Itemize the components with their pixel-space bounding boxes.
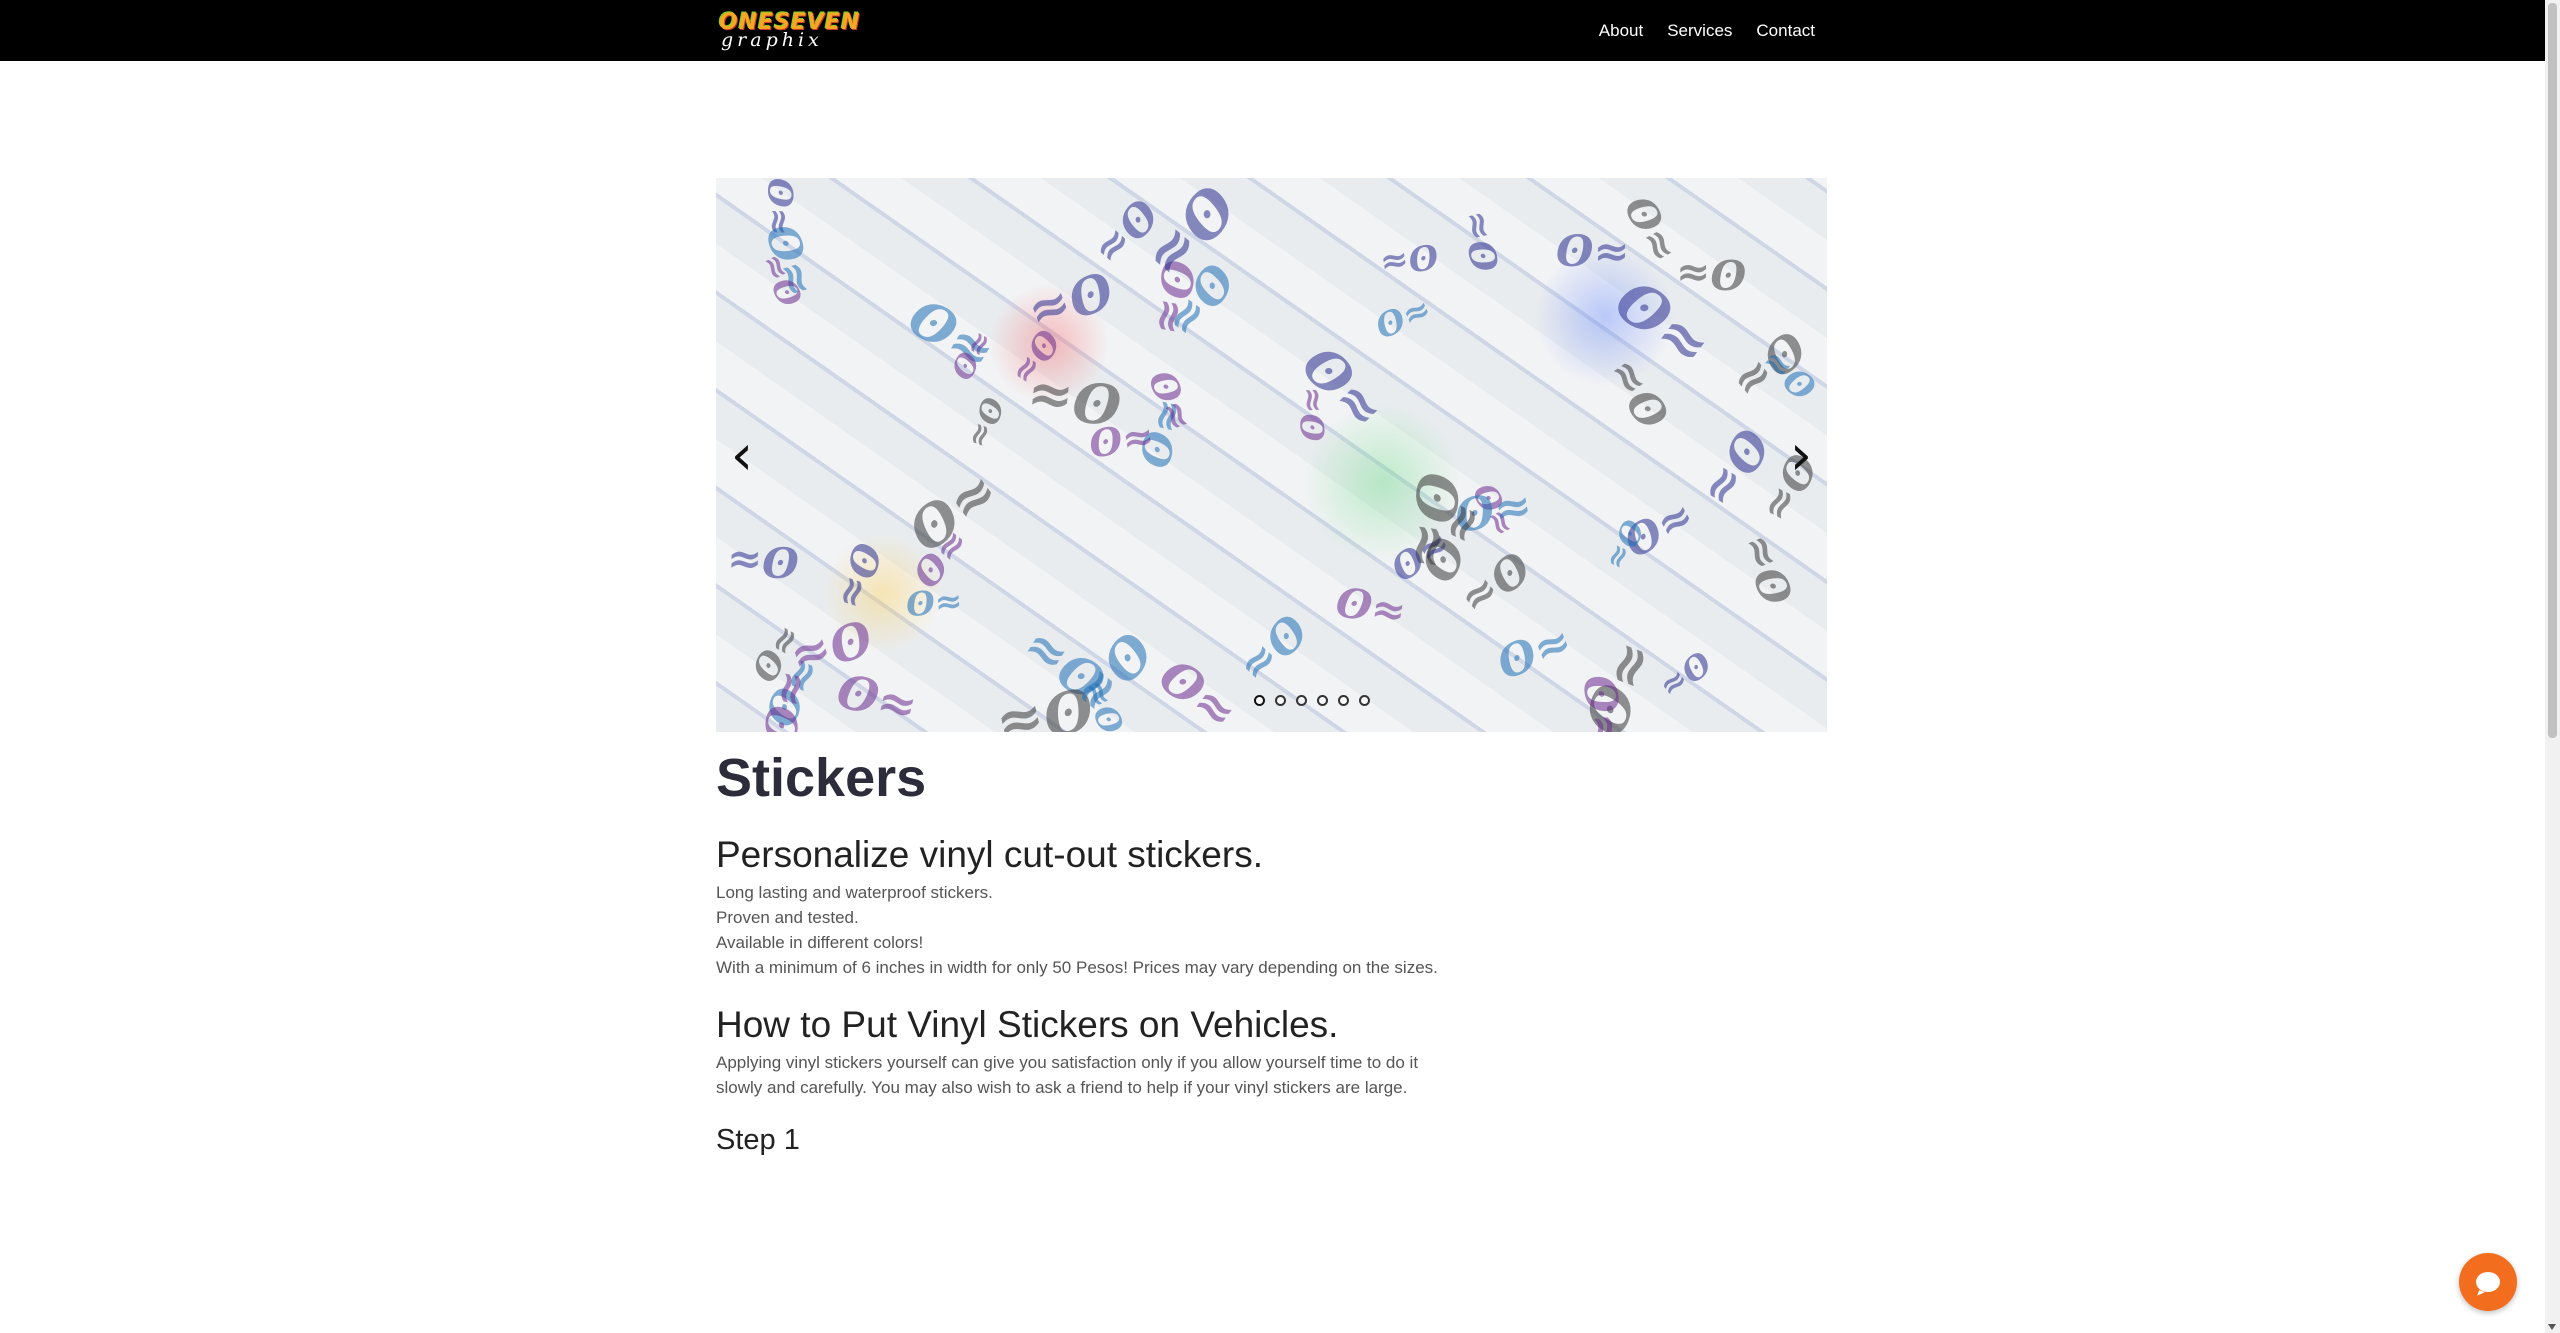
sticker-graphic: ʘ≈	[1450, 540, 1540, 626]
sticker-graphic: ʘ≈	[1139, 364, 1203, 438]
section-heading-personalize: Personalize vinyl cut-out stickers.	[716, 834, 1263, 875]
sticker-graphic: ʘ≈	[726, 536, 800, 587]
sticker-graphic: ʘ≈	[1369, 288, 1437, 347]
sticker-graphic: ʘ≈	[1602, 265, 1725, 382]
sticker-graphic: ʘ≈	[1753, 340, 1825, 408]
chat-icon[interactable]	[2459, 1253, 2517, 1311]
sticker-graphic: ʘ≈	[744, 617, 810, 690]
slider-dot[interactable]	[1295, 695, 1307, 706]
chevron-right-icon[interactable]: ›	[1781, 426, 1821, 486]
sticker-graphic: ʘ≈	[1392, 468, 1473, 575]
sticker-graphic: ʘ≈	[1291, 385, 1333, 443]
sticker-graphic: ʘ≈	[944, 324, 1001, 387]
sticker-graphic: ʘ≈	[1332, 577, 1410, 637]
sticker-graphic: ʘ≈	[1020, 258, 1122, 345]
sticker-graphic: ʘ≈	[1571, 631, 1668, 732]
paragraph-long-lasting: Long lasting and waterproof stickers.	[716, 883, 993, 902]
page-scrollbar[interactable]	[2545, 0, 2560, 1333]
image-slider: ʘ≈ ʘ≈ ʘ≈ ʘ≈ ʘ≈ ʘ≈ ʘ≈ ʘ≈ ʘ≈ ʘ≈ ʘ≈ ʘ≈ ʘ≈ ʘ≈ ʘ≈ ʘ≈ ʘ≈ ʘ≈ ʘ≈ ʘ≈…	[716, 178, 1827, 732]
sticker-graphic: ʘ≈	[1085, 412, 1158, 467]
slider-dot[interactable]	[1358, 695, 1370, 706]
sticker-graphic: ʘ≈	[1130, 393, 1194, 473]
sticker-graphic: ʘ≈	[1464, 476, 1524, 544]
sticker-graphic: ʘ≈	[755, 648, 831, 732]
site-header: ONESEVEN graphix About Services Contact	[0, 0, 2545, 61]
sticker-graphic: ʘ≈	[1289, 333, 1398, 443]
sticker-graphic: ʘ≈	[1490, 614, 1580, 691]
paragraph-pricing: With a minimum of 6 inches in width for …	[716, 958, 1438, 977]
sticker-graphic: ʘ≈	[1676, 250, 1747, 298]
sticker-graphic: ʘ≈	[1228, 603, 1317, 694]
sticker-graphic: ʘ≈	[754, 218, 825, 304]
paragraph-colors: Available in different colors!	[716, 933, 924, 952]
sticker-graphic: ʘ≈	[1453, 206, 1509, 276]
slider-dot[interactable]	[1274, 695, 1286, 706]
slider-dot[interactable]	[1253, 695, 1265, 706]
chevron-left-icon[interactable]: ‹	[722, 426, 762, 486]
nav-link-services[interactable]: Services	[1667, 21, 1732, 41]
sticker-graphic: ʘ≈	[1155, 253, 1246, 349]
page-title: Stickers	[716, 748, 927, 808]
sticker-graphic: ʘ≈	[1383, 521, 1459, 591]
sticker-graphic: ʘ≈	[826, 537, 891, 615]
sticker-graphic: ʘ≈	[1377, 234, 1441, 284]
sticker-graphic: ʘ≈	[904, 580, 964, 625]
sticker-graphic: ʘ≈	[1450, 477, 1536, 544]
nav-link-contact[interactable]: Contact	[1756, 21, 1815, 41]
sticker-graphic: ʘ≈	[1556, 227, 1630, 277]
sticker-graphic: ʘ≈	[1140, 256, 1205, 339]
section-heading-how-to: How to Put Vinyl Stickers on Vehicles.	[716, 1004, 1339, 1045]
scrollbar-thumb[interactable]	[2548, 3, 2557, 738]
sticker-graphic: ʘ≈	[1083, 189, 1168, 276]
sticker-graphic: ʘ≈	[1002, 321, 1068, 393]
sticker-graphic: ʘ≈	[1721, 320, 1817, 412]
slider-dots	[716, 695, 1827, 706]
paragraph-applying: Applying vinyl stickers yourself can giv…	[716, 1053, 1419, 1097]
sticker-graphic: ʘ≈	[751, 246, 811, 314]
nav-link-about[interactable]: About	[1599, 21, 1643, 41]
sticker-graphic: ʘ≈	[1597, 348, 1681, 438]
sticker-graphic: ʘ≈	[1615, 489, 1703, 568]
sticker-graphic: ʘ≈	[897, 286, 1006, 385]
sticker-graphic: ʘ≈	[895, 456, 1011, 565]
site-logo[interactable]: ONESEVEN graphix	[717, 10, 877, 51]
sticker-graphic: ʘ≈	[758, 178, 800, 237]
main-content: Stickers Personalize vinyl cut-out stick…	[716, 742, 1446, 1160]
sticker-graphic: ʘ≈	[959, 392, 1010, 453]
sticker-graphic: ʘ≈	[1131, 178, 1250, 294]
step-heading: Step 1	[716, 1124, 800, 1156]
paragraph-proven: Proven and tested.	[716, 908, 859, 927]
sticker-graphic: ʘ≈	[1730, 526, 1804, 613]
slider-dot[interactable]	[1337, 695, 1349, 706]
sticker-graphic: ʘ≈	[1689, 418, 1781, 518]
sticker-graphic: ʘ≈	[903, 519, 978, 597]
sticker-graphic: ʘ≈	[1614, 188, 1688, 271]
sticker-graphic: ʘ≈	[1597, 513, 1651, 576]
sticker-graphic: ʘ≈	[1023, 363, 1125, 438]
sticker-graphic: ʘ≈	[1410, 492, 1496, 592]
sticker-graphic: ʘ≈	[1060, 619, 1165, 728]
chat-bubble-shape	[2476, 1272, 2500, 1292]
logo-text-bottom: graphix	[721, 29, 823, 51]
scroll-down-arrow-icon[interactable]	[2548, 1324, 2556, 1330]
main-nav: About Services Contact	[1599, 0, 1815, 61]
sticker-graphic: ʘ≈	[1148, 647, 1248, 732]
slider-dot[interactable]	[1316, 695, 1328, 706]
sticker-graphic: ʘ≈	[783, 607, 879, 687]
